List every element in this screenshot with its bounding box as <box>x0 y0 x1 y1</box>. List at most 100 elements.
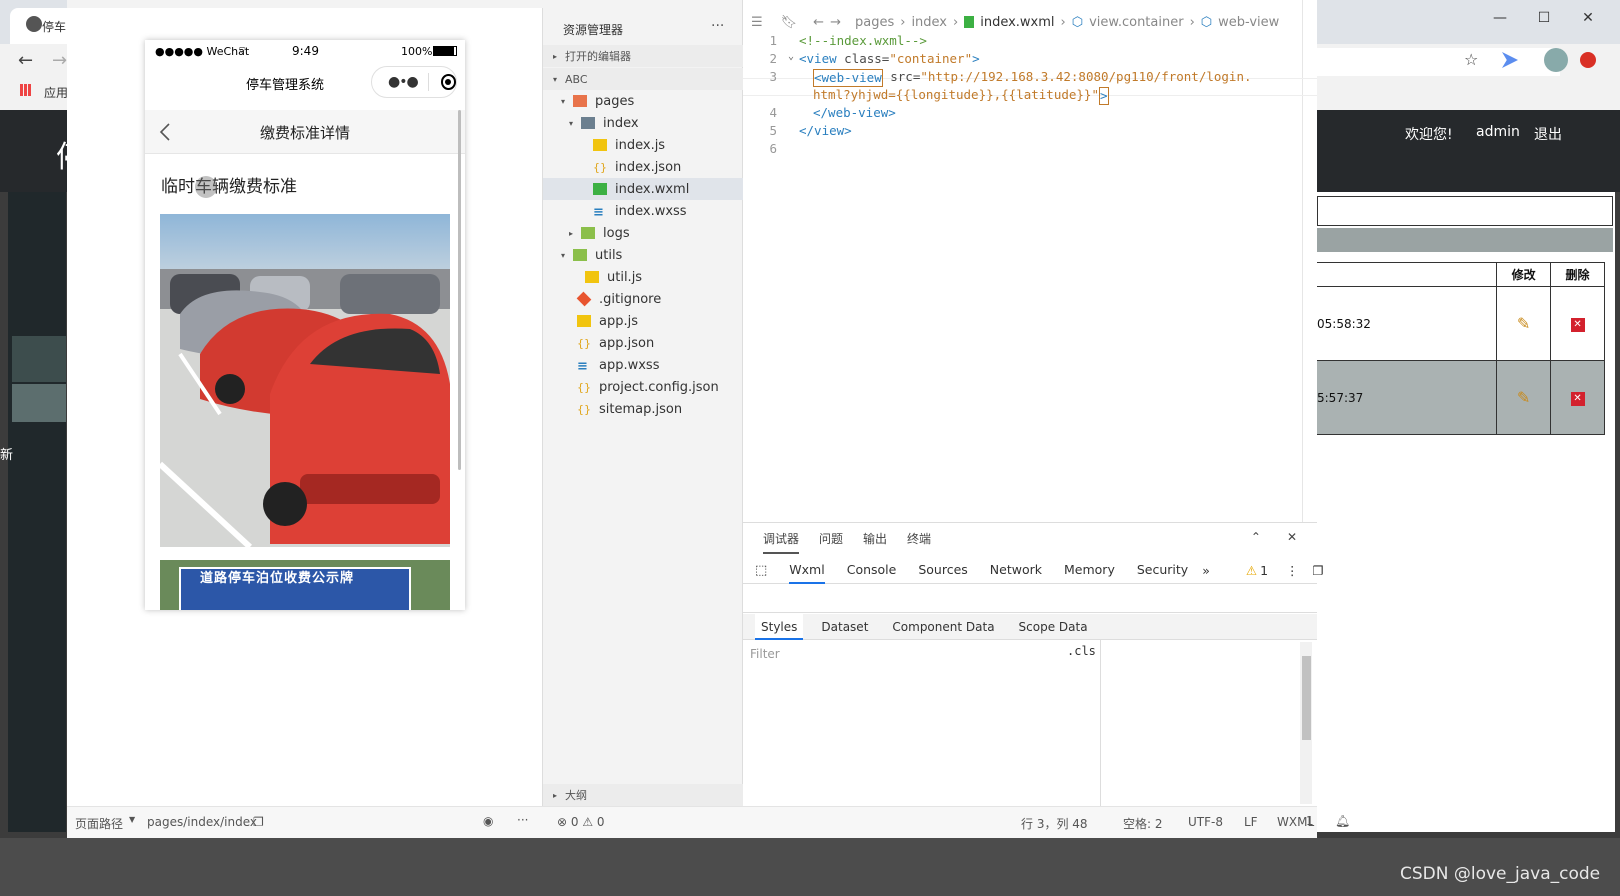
more-icon[interactable]: ··· <box>517 813 528 827</box>
close-panel-icon[interactable]: ✕ <box>1287 530 1297 554</box>
tab-security[interactable]: Security <box>1137 558 1188 584</box>
outline-section[interactable]: ▸ 大纲 <box>543 784 743 806</box>
inspect-element-icon[interactable]: ⬚ <box>755 563 767 578</box>
tab-styles[interactable]: Styles <box>755 613 804 640</box>
scrollbar-thumb[interactable] <box>1302 656 1311 740</box>
nav-back-icon[interactable]: ← <box>813 15 824 30</box>
tab-terminal[interactable]: 终端 <box>907 530 931 554</box>
forward-arrow-icon[interactable]: → <box>52 50 67 71</box>
welcome-text: 欢迎您! <box>1405 127 1453 143</box>
close-capsule-icon[interactable] <box>440 74 456 90</box>
tree-folder-logs[interactable]: ▸ logs <box>543 222 743 244</box>
breadcrumb-item[interactable]: index.wxml <box>980 15 1054 30</box>
row-time: 05:58:32 <box>1317 286 1498 361</box>
breadcrumb-item[interactable]: web-view <box>1218 15 1279 30</box>
page-navbar: 缴费标准详情 <box>145 110 465 154</box>
more-dots-icon[interactable]: ●•● <box>388 74 419 90</box>
tab-dataset[interactable]: Dataset <box>815 614 874 640</box>
apps-grid-icon[interactable] <box>20 84 32 96</box>
wxml-file-icon <box>964 16 975 28</box>
tree-file-index-wxss[interactable]: ≡ index.wxss <box>543 200 743 222</box>
phone-scrollbar[interactable] <box>458 110 461 470</box>
collapse-panel-icon[interactable]: ⌃ <box>1251 530 1261 554</box>
eye-icon[interactable]: ◉ <box>483 814 493 828</box>
back-arrow-icon[interactable]: ← <box>18 50 33 71</box>
sidebar-item-active[interactable] <box>12 336 66 382</box>
delete-icon[interactable]: ✕ <box>1570 317 1585 332</box>
list-icon[interactable]: ☰ <box>751 15 763 30</box>
status-bar: ⊗ 0 ⚠ 0 行 3，列 48 空格: 2 UTF-8 LF WXML 🔔︎ <box>543 806 1350 838</box>
nav-forward-icon[interactable]: → <box>830 15 841 30</box>
menu-capsule[interactable]: ●•● <box>371 66 457 98</box>
tree-file-util-js[interactable]: util.js <box>543 266 743 288</box>
minimize-icon[interactable]: — <box>1480 6 1520 30</box>
tree-file-project-config[interactable]: {} project.config.json <box>543 376 743 398</box>
open-editors-section[interactable]: ▸ 打开的编辑器 <box>543 45 743 67</box>
tab-sources[interactable]: Sources <box>918 558 967 584</box>
maximize-icon[interactable]: ☐ <box>1524 6 1564 30</box>
address-bar[interactable] <box>1300 48 1560 76</box>
copy-icon[interactable]: ❐ <box>253 815 264 829</box>
sidebar-item-hover[interactable] <box>12 384 66 422</box>
tab-network[interactable]: Network <box>990 558 1042 584</box>
tab-output[interactable]: 输出 <box>863 530 887 554</box>
tree-file-app-js[interactable]: app.js <box>543 310 743 332</box>
close-window-icon[interactable]: ✕ <box>1568 6 1608 30</box>
wxml-file-icon <box>593 183 607 195</box>
tree-folder-index[interactable]: ▾ index <box>543 112 743 134</box>
profile-avatar[interactable] <box>1544 48 1568 72</box>
update-icon[interactable] <box>1580 52 1596 68</box>
tree-folder-pages[interactable]: ▾ pages <box>543 90 743 112</box>
tree-file-index-json[interactable]: {} index.json <box>543 156 743 178</box>
project-section[interactable]: ▾ ABC <box>543 68 743 90</box>
edit-pencil-icon[interactable]: ✎ <box>1517 388 1530 407</box>
kebab-menu-icon[interactable]: ⋮ <box>1286 563 1299 578</box>
battery-percent: 100% <box>401 45 433 58</box>
breadcrumb-item[interactable]: view.container <box>1089 15 1183 30</box>
tab-memory[interactable]: Memory <box>1064 558 1115 584</box>
tree-file-index-js[interactable]: index.js <box>543 134 743 156</box>
tree-file-index-wxml[interactable]: index.wxml <box>543 178 743 200</box>
tab-debugger[interactable]: 调试器 <box>763 530 800 554</box>
bookmark-icon[interactable]: 🔖︎ <box>781 15 798 30</box>
tab-component-data[interactable]: Component Data <box>886 614 1000 640</box>
breadcrumb-item[interactable]: pages <box>855 15 894 30</box>
battery-icon <box>433 46 457 56</box>
indentation[interactable]: 空格: 2 <box>1123 815 1163 832</box>
cls-toggle[interactable]: .cls <box>1067 644 1096 658</box>
touch-cursor <box>195 176 217 198</box>
tree-folder-utils[interactable]: ▾ utils <box>543 244 743 266</box>
undock-icon[interactable]: ❐ <box>1313 563 1324 578</box>
tree-file-gitignore[interactable]: .gitignore <box>543 288 743 310</box>
error-warning-count[interactable]: ⊗ 0 ⚠ 0 <box>557 815 605 829</box>
file-encoding[interactable]: UTF-8 <box>1188 815 1223 829</box>
search-bar[interactable] <box>1317 196 1613 226</box>
page-heading: 临时车辆缴费标准 <box>161 177 297 197</box>
cursor-position[interactable]: 行 3，列 48 <box>1021 815 1088 832</box>
more-tabs-icon[interactable]: » <box>1202 563 1210 578</box>
star-icon[interactable]: ☆ <box>1464 50 1478 69</box>
bell-icon[interactable]: 🔔︎ <box>1335 814 1350 828</box>
tree-file-app-wxss[interactable]: ≡ app.wxss <box>543 354 743 376</box>
tree-file-app-json[interactable]: {} app.json <box>543 332 743 354</box>
tab-problems[interactable]: 问题 <box>819 530 843 554</box>
pane-divider[interactable] <box>1100 640 1101 806</box>
browser-tab-title: 停车 <box>42 20 67 34</box>
explorer-more-icon[interactable]: ··· <box>711 18 724 34</box>
tree-file-sitemap[interactable]: {} sitemap.json <box>543 398 743 420</box>
bookmark-apps[interactable]: 应用 <box>44 84 68 101</box>
phone-screen[interactable]: ●●●●● WeChat ⌔ 9:49 100% 停车管理系统 ●•● 缴费标准… <box>145 40 465 610</box>
breadcrumb-item[interactable]: index <box>911 15 947 30</box>
line-ending[interactable]: LF <box>1244 815 1258 829</box>
tab-scope-data[interactable]: Scope Data <box>1013 614 1094 640</box>
delete-icon[interactable]: ✕ <box>1570 391 1585 406</box>
logout-link[interactable]: 退出 <box>1534 124 1562 144</box>
dropdown-caret-icon[interactable]: ▼ <box>129 815 135 824</box>
fold-chevron-icon[interactable]: ⌄ <box>783 51 799 69</box>
tab-console[interactable]: Console <box>847 558 897 584</box>
tab-wxml[interactable]: Wxml <box>789 558 825 584</box>
page-path-label[interactable]: 页面路径 <box>75 815 123 832</box>
styles-filter-input[interactable]: Filter <box>745 642 1057 664</box>
edit-pencil-icon[interactable]: ✎ <box>1517 314 1530 333</box>
warning-icon[interactable]: ⚠ <box>1246 563 1257 578</box>
